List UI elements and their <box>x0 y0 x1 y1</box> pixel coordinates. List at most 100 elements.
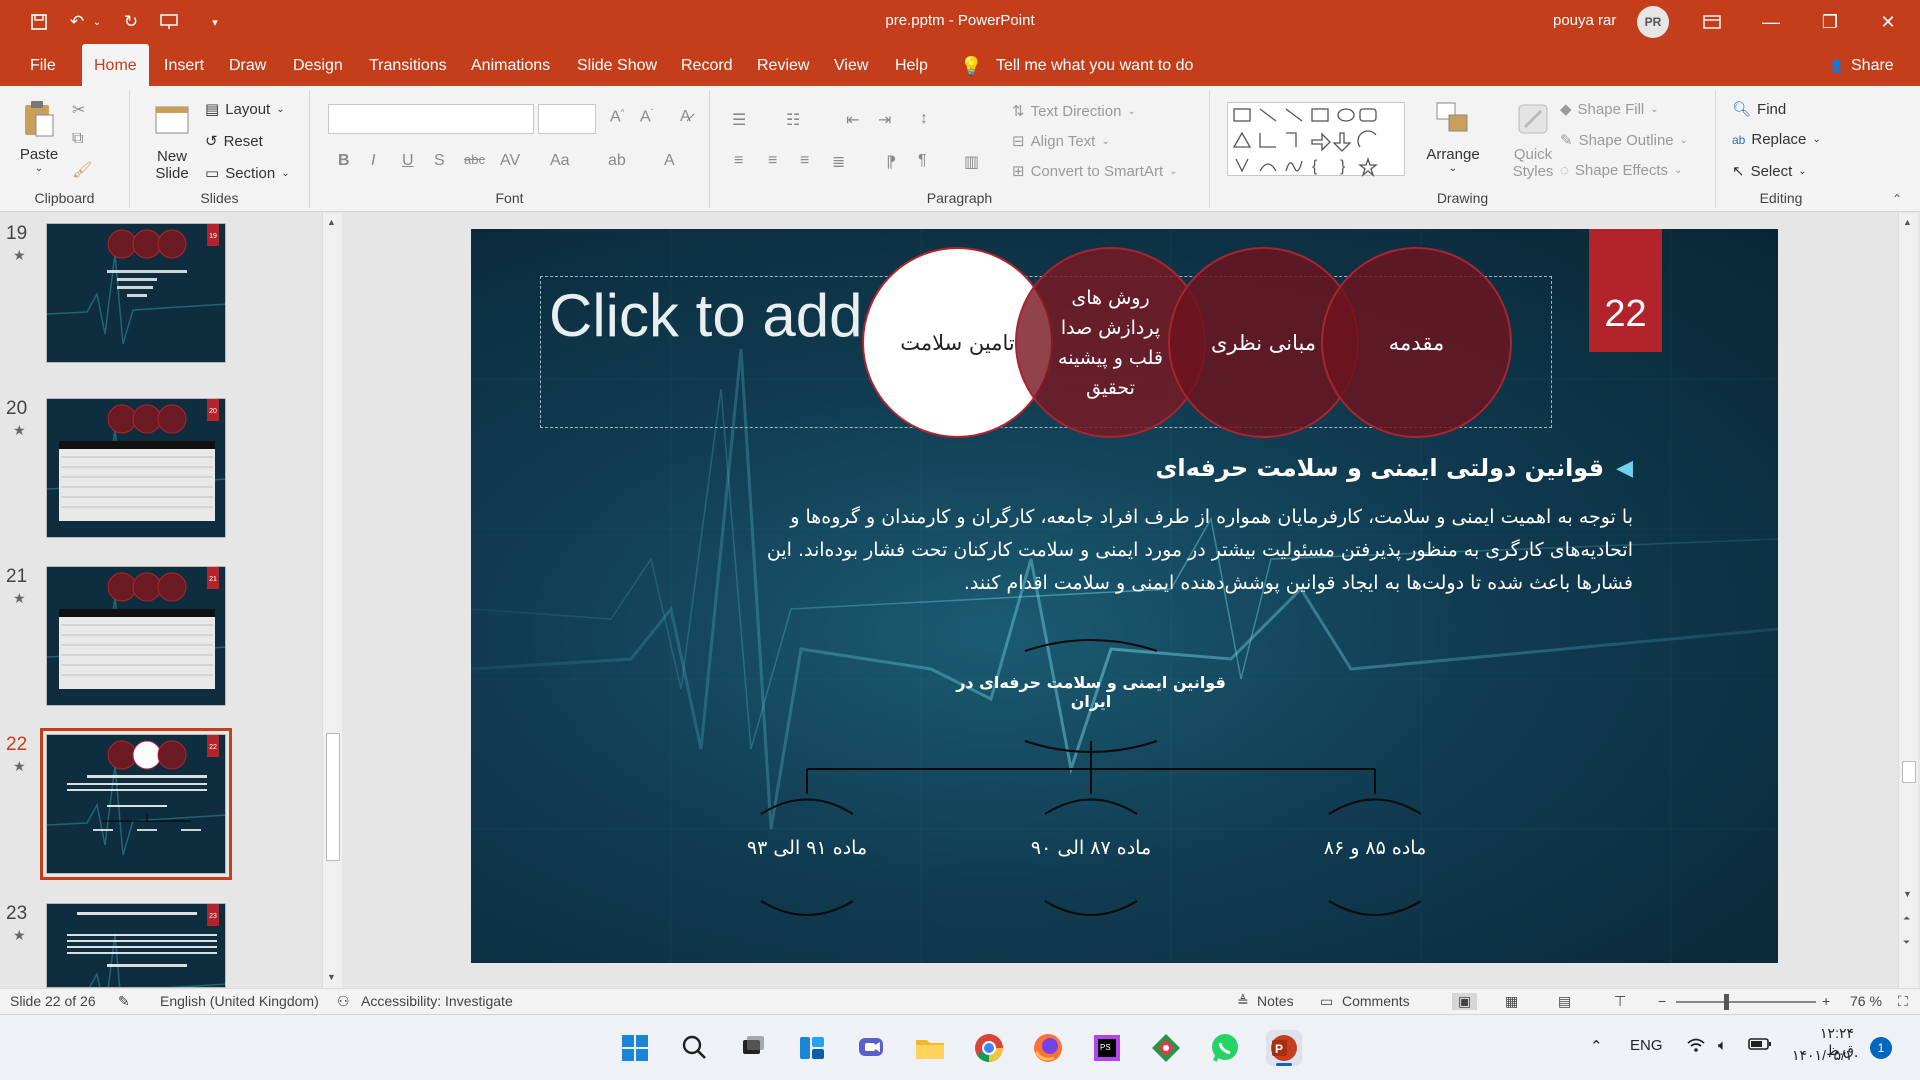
search-icon[interactable] <box>676 1030 712 1066</box>
thumbnail-scrollbar[interactable]: ▲ ▼ <box>322 213 342 988</box>
highlight-icon[interactable]: ab <box>608 152 626 170</box>
slide-thumbnail[interactable]: 20 <box>46 398 226 538</box>
new-slide-button[interactable]: New Slide <box>146 100 198 182</box>
spelling-icon[interactable]: ✎ <box>118 993 130 1010</box>
current-slide[interactable]: Click to add 22 تامین سلامت روش های پردا… <box>471 229 1778 963</box>
scroll-up-icon[interactable]: ▲ <box>327 217 336 227</box>
tree-child-articles-91-93[interactable]: ماده ۹۱ الی ۹۳ <box>707 837 907 859</box>
volume-icon[interactable]: 🔈︎ <box>1718 1037 1727 1054</box>
shape-outline-button[interactable]: ✎ Shape Outline ⌄ <box>1560 131 1688 150</box>
editor-scrollbar[interactable]: ▲ ▼ ⏶ ⏷ <box>1898 213 1918 988</box>
accessibility-status[interactable]: Accessibility: Investigate <box>361 993 513 1009</box>
editor-scroll-thumb[interactable] <box>1902 761 1916 783</box>
task-view-icon[interactable] <box>735 1030 771 1066</box>
font-color-icon[interactable]: A <box>664 152 675 170</box>
close-icon[interactable]: ✕ <box>1864 0 1912 44</box>
wifi-icon[interactable] <box>1686 1037 1706 1057</box>
font-name-box[interactable] <box>328 104 534 134</box>
zoom-level[interactable]: 76 % <box>1850 993 1882 1009</box>
tab-animations[interactable]: Animations <box>469 44 552 86</box>
replace-button[interactable]: ab Replace ⌄ <box>1732 131 1821 148</box>
convert-smartart-button[interactable]: ⊞ Convert to SmartArt ⌄ <box>1012 162 1178 181</box>
slide-counter[interactable]: Slide 22 of 26 <box>10 993 96 1009</box>
align-center-icon[interactable]: ≡ <box>768 152 777 170</box>
columns-icon[interactable]: ▥ <box>964 152 979 172</box>
file-explorer-icon[interactable] <box>912 1030 948 1066</box>
select-button[interactable]: ↖ Select ⌄ <box>1732 162 1807 181</box>
justify-icon[interactable]: ≣ <box>832 152 845 172</box>
previous-slide-icon[interactable]: ⏶ <box>1903 913 1910 924</box>
notes-button[interactable]: Notes <box>1257 993 1294 1009</box>
align-text-button[interactable]: ⊟ Align Text ⌄ <box>1012 132 1110 151</box>
slide-thumbnail[interactable]: 23 <box>46 903 226 988</box>
slide-thumbnail[interactable]: 19 <box>46 223 226 363</box>
paste-button[interactable]: Paste ⌄ <box>14 98 64 174</box>
zoom-slider-thumb[interactable] <box>1724 994 1729 1010</box>
maximize-icon[interactable]: ❐ <box>1806 0 1854 44</box>
shadow-icon[interactable]: S <box>434 152 445 170</box>
teams-chat-icon[interactable] <box>853 1030 889 1066</box>
format-painter-icon[interactable]: 🖌 <box>72 160 92 180</box>
cut-icon[interactable]: ✂ <box>72 100 85 120</box>
layout-button[interactable]: ▤ Layout ⌄ <box>205 100 285 119</box>
slide-show-icon[interactable]: ⊤ <box>1614 993 1626 1010</box>
whatsapp-icon[interactable] <box>1207 1030 1243 1066</box>
powerpoint-icon[interactable]: P <box>1266 1030 1302 1066</box>
language-indicator[interactable]: English (United Kingdom) <box>160 993 319 1009</box>
widgets-icon[interactable] <box>794 1030 830 1066</box>
grow-font-icon[interactable]: A^ <box>610 108 624 126</box>
shapes-gallery[interactable]: {} <box>1227 102 1405 177</box>
tab-view[interactable]: View <box>832 44 870 86</box>
tree-child-articles-85-86[interactable]: ماده ۸۵ و ۸۶ <box>1275 837 1475 859</box>
normal-view-icon[interactable]: ▣ <box>1452 993 1478 1010</box>
find-button[interactable]: 🔍︎ Find <box>1732 100 1786 119</box>
show-hidden-icons-icon[interactable]: ⌃ <box>1590 1037 1603 1055</box>
collapse-ribbon-icon[interactable]: ⌃ <box>1892 192 1902 206</box>
tab-design[interactable]: Design <box>291 44 345 86</box>
tab-slide-show[interactable]: Slide Show <box>575 44 659 86</box>
minimize-icon[interactable]: — <box>1747 0 1795 44</box>
zoom-out-icon[interactable]: − <box>1658 993 1666 1009</box>
chrome-icon[interactable] <box>971 1030 1007 1066</box>
text-direction-button[interactable]: ⇅ Text Direction ⌄ <box>1012 102 1136 121</box>
tab-file[interactable]: File <box>28 44 58 86</box>
reading-view-icon[interactable]: ▤ <box>1558 993 1571 1010</box>
user-name[interactable]: pouya rar <box>1553 12 1616 29</box>
bold-icon[interactable]: B <box>338 152 350 170</box>
reset-button[interactable]: ↺ Reset <box>205 132 263 151</box>
phpstorm-icon[interactable]: PS <box>1089 1030 1125 1066</box>
shrink-font-icon[interactable]: Aˇ <box>640 108 653 126</box>
slide-thumbnail[interactable]: 21 <box>46 566 226 706</box>
fit-slide-icon[interactable]: ⛶ <box>1898 993 1908 1010</box>
input-language[interactable]: ENG <box>1630 1037 1663 1054</box>
battery-icon[interactable] <box>1748 1037 1772 1055</box>
clock-date[interactable]: ۱۴۰۱/۰۵/۱۰ <box>1792 1047 1860 1064</box>
tab-insert[interactable]: Insert <box>162 44 206 86</box>
tab-home[interactable]: Home <box>82 44 149 86</box>
thumbnail-scroll-thumb[interactable] <box>326 733 340 861</box>
editor-scroll-up-icon[interactable]: ▲ <box>1903 217 1912 227</box>
ltr-icon[interactable]: ⁋ <box>886 152 896 172</box>
change-case-icon[interactable]: Aa <box>550 152 570 170</box>
slide-thumbnail[interactable]: 22 <box>40 728 232 880</box>
strikethrough-icon[interactable]: abc <box>464 152 485 167</box>
tab-help[interactable]: Help <box>893 44 930 86</box>
tell-me-search[interactable]: Tell me what you want to do <box>994 44 1195 86</box>
slide-sorter-icon[interactable]: ▦ <box>1505 993 1518 1010</box>
tree-root-label[interactable]: قوانین ایمنی و سلامت حرفه‌ای در ایران <box>941 673 1241 711</box>
increase-indent-icon[interactable]: ⇥ <box>878 110 891 130</box>
decrease-indent-icon[interactable]: ⇤ <box>846 110 859 130</box>
arrange-button[interactable]: Arrange ⌄ <box>1418 98 1488 174</box>
align-right-icon[interactable]: ≡ <box>800 152 809 170</box>
scroll-down-icon[interactable]: ▼ <box>327 972 336 982</box>
avatar[interactable]: PR <box>1637 6 1669 38</box>
git-tool-icon[interactable] <box>1148 1030 1184 1066</box>
ribbon-display-icon[interactable] <box>1688 0 1736 44</box>
editor-scroll-down-icon[interactable]: ▼ <box>1903 889 1912 899</box>
char-spacing-icon[interactable]: AV <box>500 152 520 170</box>
numbering-icon[interactable]: ☷ <box>786 110 800 130</box>
font-size-box[interactable] <box>538 104 596 134</box>
share-button[interactable]: Share <box>1849 44 1896 86</box>
rtl-icon[interactable]: ¶ <box>918 152 927 170</box>
comments-button[interactable]: Comments <box>1342 993 1410 1009</box>
